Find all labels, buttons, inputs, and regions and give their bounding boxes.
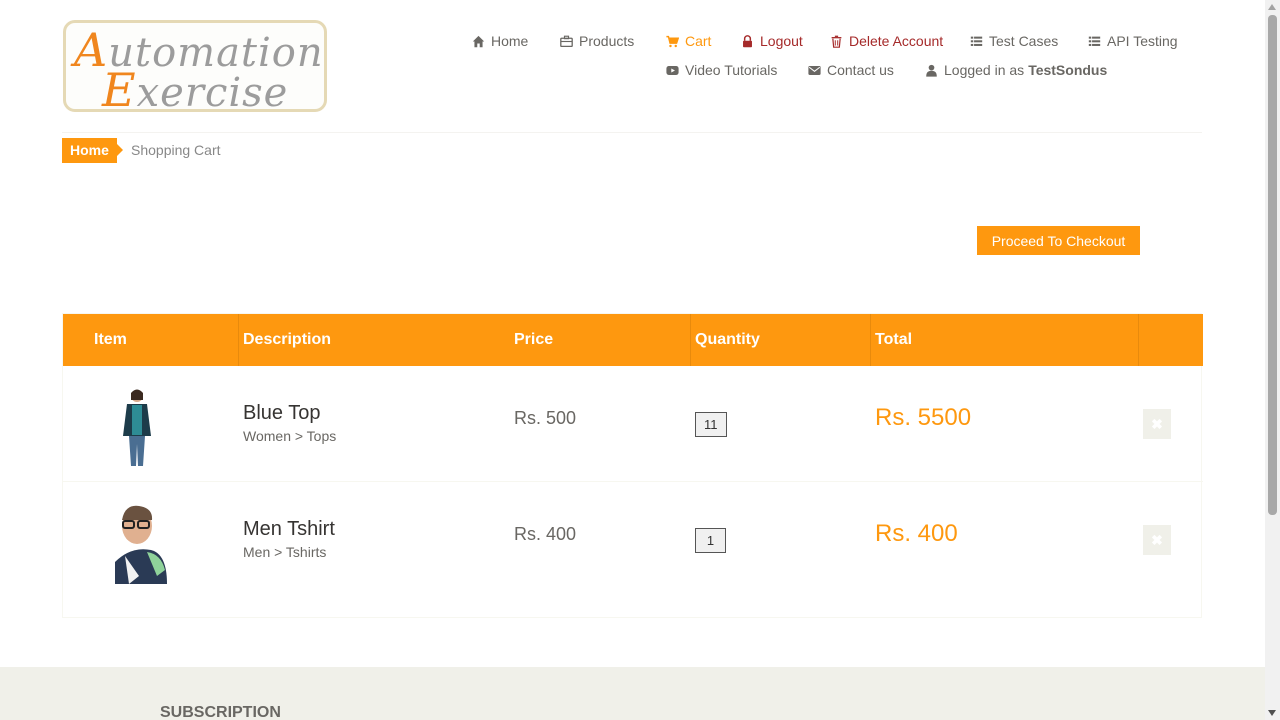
header-separator	[870, 314, 871, 366]
site-logo[interactable]: Automation Exercise	[63, 20, 327, 112]
nav-api-testing-label: API Testing	[1107, 33, 1178, 49]
youtube-play-icon	[666, 65, 679, 75]
proceed-to-checkout-button[interactable]: Proceed To Checkout	[977, 226, 1140, 255]
scroll-thumb[interactable]	[1268, 15, 1277, 515]
header-separator	[1138, 314, 1139, 366]
logged-in-username: TestSondus	[1028, 62, 1108, 78]
nav-logout-label: Logout	[760, 33, 803, 49]
header-description: Description	[243, 331, 332, 348]
nav-video-tutorials-label: Video Tutorials	[685, 62, 778, 78]
nav-logout[interactable]: Logout	[741, 30, 803, 52]
nav-products-label: Products	[579, 33, 635, 49]
list-icon	[970, 36, 983, 46]
product-name[interactable]: Men Tshirt	[243, 518, 335, 541]
delete-item-button[interactable]: ✖	[1143, 525, 1171, 555]
nav-test-cases[interactable]: Test Cases	[970, 30, 1058, 52]
nav-test-cases-label: Test Cases	[989, 33, 1059, 49]
product-image-men-tshirt[interactable]	[101, 500, 181, 584]
header-divider	[62, 132, 1202, 133]
breadcrumb-home[interactable]: Home	[62, 138, 123, 163]
nav-contact-us-label: Contact us	[827, 62, 894, 78]
page-scrollbar[interactable]	[1265, 0, 1280, 720]
nav-products[interactable]: Products	[560, 30, 634, 52]
cart-icon	[666, 35, 679, 47]
product-image-blue-top[interactable]	[96, 384, 176, 468]
product-name[interactable]: Blue Top	[243, 402, 320, 425]
quantity-value[interactable]: 11	[695, 412, 727, 437]
trash-icon	[831, 35, 842, 48]
logged-in-status: Logged in as TestSondus	[925, 59, 1107, 81]
nav-video-tutorials[interactable]: Video Tutorials	[666, 59, 777, 81]
home-icon	[472, 35, 485, 47]
header-item: Item	[94, 331, 127, 348]
product-category: Men > Tshirts	[243, 544, 327, 560]
product-price: Rs. 500	[514, 408, 577, 428]
logo-line-2: Exercise	[102, 63, 289, 112]
header-separator	[690, 314, 691, 366]
scroll-down-arrow-icon[interactable]	[1268, 710, 1276, 716]
header-quantity: Quantity	[695, 331, 760, 348]
product-price: Rs. 400	[514, 524, 577, 544]
product-total: Rs. 5500	[875, 404, 972, 431]
product-total: Rs. 400	[875, 520, 958, 547]
logo-cap-e: E	[102, 63, 137, 112]
header-total: Total	[875, 331, 913, 348]
delete-item-button[interactable]: ✖	[1143, 409, 1171, 439]
lock-icon	[743, 34, 752, 47]
envelope-icon	[808, 65, 821, 75]
subscription-title: Subscription	[160, 704, 281, 720]
cart-table: Item Description Price Quantity Total Bl…	[62, 313, 1203, 618]
logo-text-2: xercise	[136, 70, 289, 112]
nav-delete-account[interactable]: Delete Account	[830, 30, 943, 52]
briefcase-icon	[560, 35, 573, 47]
user-icon	[926, 64, 937, 77]
cart-row-blue-top: Blue Top Women > Tops Rs. 500 11 Rs. 550…	[63, 366, 1203, 481]
cart-table-header: Item Description Price Quantity Total	[63, 314, 1203, 366]
nav-cart[interactable]: Cart	[666, 30, 711, 52]
header-separator	[238, 314, 239, 366]
logged-in-prefix: Logged in as	[944, 62, 1025, 78]
nav-home[interactable]: Home	[472, 30, 528, 52]
nav-api-testing[interactable]: API Testing	[1088, 30, 1178, 52]
cart-row-men-tshirt: Men Tshirt Men > Tshirts Rs. 400 1 Rs. 4…	[63, 481, 1203, 596]
nav-home-label: Home	[491, 33, 529, 49]
breadcrumb-current: Shopping Cart	[131, 142, 221, 158]
nav-contact-us[interactable]: Contact us	[808, 59, 894, 81]
product-category: Women > Tops	[243, 428, 337, 444]
nav-delete-account-label: Delete Account	[849, 33, 944, 49]
scroll-up-arrow-icon[interactable]	[1268, 4, 1276, 10]
header-price: Price	[514, 331, 554, 348]
list-icon	[1088, 36, 1101, 46]
footer: Subscription	[0, 667, 1265, 720]
nav-cart-label: Cart	[685, 33, 712, 49]
quantity-value[interactable]: 1	[695, 528, 726, 553]
